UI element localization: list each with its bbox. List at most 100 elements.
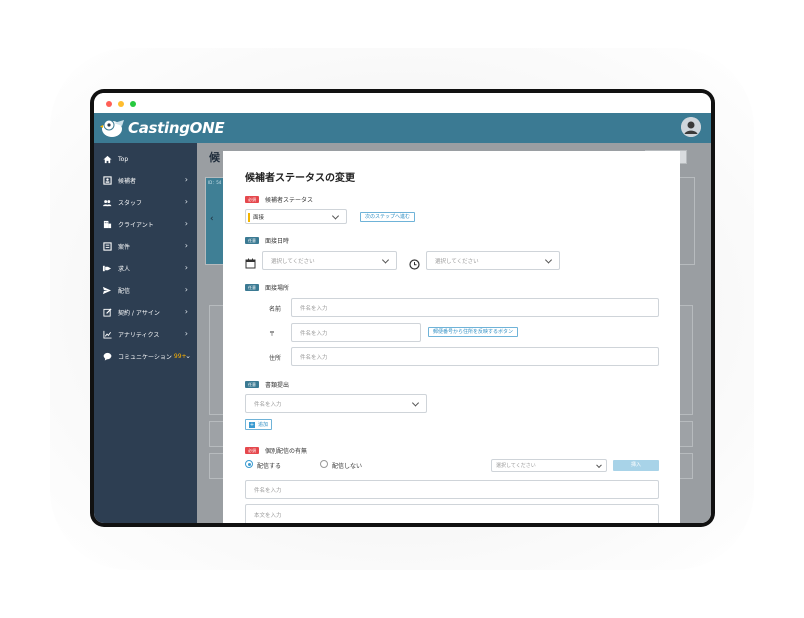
required-tag: 必須 bbox=[245, 196, 259, 203]
template-select[interactable]: 選択してください bbox=[491, 459, 607, 472]
page-title-fragment: 候 bbox=[209, 151, 220, 164]
zip-to-address-button[interactable]: 郵便番号から住所を反映するボタン bbox=[428, 327, 519, 337]
sidebar-item-label: クライアント bbox=[118, 221, 154, 229]
status-indicator bbox=[248, 213, 250, 222]
modal-title: 候補者ステータスの変更 bbox=[245, 173, 355, 184]
document-label: 書類提出 bbox=[265, 382, 290, 389]
chevron-right-icon: › bbox=[184, 219, 188, 228]
app-screen: CastingONE Top 候補者 › スタッフ › クライアント › 案件 … bbox=[94, 93, 711, 523]
place-name-placeholder: 件名を入力 bbox=[300, 305, 328, 312]
document-placeholder: 件名を入力 bbox=[254, 401, 282, 408]
logo-bird-icon bbox=[100, 119, 124, 137]
name-field-label: 名前 bbox=[269, 306, 282, 313]
deliver-no-radio[interactable] bbox=[320, 460, 328, 468]
sidebar-item-label: 配信 bbox=[118, 287, 131, 295]
sidebar: Top 候補者 › スタッフ › クライアント › 案件 › 求人 › 配信 ›… bbox=[94, 143, 197, 523]
app-logo[interactable]: CastingONE bbox=[100, 116, 225, 140]
zip-placeholder: 件名を入力 bbox=[300, 330, 328, 337]
contract-icon bbox=[102, 307, 112, 317]
user-icon bbox=[681, 117, 701, 137]
chevron-down-icon bbox=[411, 398, 420, 407]
status-change-modal: 候補者ステータスの変更 必須 候補者ステータス 面接 次のステップへ進む 任意 … bbox=[223, 151, 680, 523]
sidebar-item-label: スタッフ bbox=[118, 199, 143, 207]
chevron-right-icon: › bbox=[184, 285, 188, 294]
sidebar-item-delivery[interactable]: 配信 › bbox=[94, 280, 197, 300]
zip-input[interactable]: 件名を入力 bbox=[291, 323, 421, 342]
staff-icon bbox=[102, 197, 112, 207]
optional-tag: 任意 bbox=[245, 237, 259, 244]
chevron-right-icon: › bbox=[184, 197, 188, 206]
address-placeholder: 件名を入力 bbox=[300, 354, 328, 361]
user-avatar[interactable] bbox=[681, 117, 701, 137]
chevron-right-icon: › bbox=[184, 329, 188, 338]
device-frame: CastingONE Top 候補者 › スタッフ › クライアント › 案件 … bbox=[90, 89, 715, 527]
delivery-label: 個別配信の有無 bbox=[265, 448, 308, 455]
sidebar-item-label: コミュニケーション bbox=[118, 353, 172, 361]
chevron-right-icon: › bbox=[184, 307, 188, 316]
sidebar-item-projects[interactable]: 案件 › bbox=[94, 236, 197, 256]
optional-tag: 任意 bbox=[245, 284, 259, 291]
chevron-left-icon: ‹ bbox=[210, 214, 214, 224]
sidebar-item-clients[interactable]: クライアント › bbox=[94, 214, 197, 234]
sidebar-item-top[interactable]: Top bbox=[94, 149, 197, 169]
address-input[interactable]: 件名を入力 bbox=[291, 347, 659, 366]
sidebar-item-analytics[interactable]: アナリティクス › bbox=[94, 324, 197, 344]
date-select[interactable]: 選択してください bbox=[262, 251, 397, 270]
sidebar-item-label: 案件 bbox=[118, 243, 131, 251]
required-tag: 必須 bbox=[245, 447, 259, 454]
candidate-icon bbox=[102, 175, 112, 185]
chevron-down-icon bbox=[596, 461, 602, 468]
calendar-icon[interactable] bbox=[245, 254, 256, 273]
next-step-button[interactable]: 次のステップへ進む bbox=[360, 212, 416, 222]
send-icon bbox=[102, 285, 112, 295]
insert-button[interactable]: 挿入 bbox=[613, 460, 659, 471]
document-select[interactable]: 件名を入力 bbox=[245, 394, 427, 413]
status-label: 候補者ステータス bbox=[265, 197, 314, 204]
job-icon bbox=[102, 263, 112, 273]
close-window-button[interactable] bbox=[106, 101, 112, 107]
sidebar-item-jobs[interactable]: 求人 › bbox=[94, 258, 197, 278]
chevron-right-icon: › bbox=[184, 263, 188, 272]
body-textarea[interactable]: 本文を入力 bbox=[245, 504, 659, 523]
client-icon bbox=[102, 219, 112, 229]
chevron-right-icon: › bbox=[184, 175, 188, 184]
window-chrome bbox=[94, 93, 711, 113]
add-document-button[interactable]: + 追加 bbox=[245, 419, 273, 430]
clock-icon[interactable] bbox=[409, 255, 420, 274]
time-select[interactable]: 選択してください bbox=[426, 251, 560, 270]
home-icon bbox=[102, 154, 112, 164]
chevron-down-icon bbox=[331, 211, 340, 220]
analytics-icon bbox=[102, 329, 112, 339]
body-placeholder: 本文を入力 bbox=[254, 513, 282, 519]
chevron-down-icon: ⌄ bbox=[185, 352, 191, 360]
sidebar-item-label: 候補者 bbox=[118, 177, 137, 185]
status-select-value: 面接 bbox=[253, 214, 265, 221]
project-icon bbox=[102, 241, 112, 251]
subject-input[interactable]: 件名を入力 bbox=[245, 480, 659, 499]
app-logo-text: CastingONE bbox=[128, 119, 225, 137]
sidebar-item-candidates[interactable]: 候補者 › bbox=[94, 170, 197, 190]
chevron-right-icon: › bbox=[184, 241, 188, 250]
sidebar-item-communication[interactable]: コミュニケーション 99+ ⌄ bbox=[94, 346, 197, 366]
time-select-placeholder: 選択してください bbox=[435, 258, 479, 265]
place-name-input[interactable]: 件名を入力 bbox=[291, 298, 659, 317]
date-select-placeholder: 選択してください bbox=[271, 258, 315, 265]
sidebar-item-staff[interactable]: スタッフ › bbox=[94, 192, 197, 212]
chat-icon bbox=[102, 351, 112, 361]
sidebar-item-label: 求人 bbox=[118, 265, 131, 273]
optional-tag: 任意 bbox=[245, 381, 259, 388]
sidebar-item-label: アナリティクス bbox=[118, 331, 160, 339]
chevron-down-icon bbox=[544, 255, 553, 264]
plus-icon: + bbox=[249, 421, 255, 428]
subject-placeholder: 件名を入力 bbox=[254, 487, 282, 494]
deliver-yes-radio[interactable] bbox=[245, 460, 253, 468]
sidebar-item-label: Top bbox=[118, 155, 129, 163]
bg-id-text: ID：54 bbox=[208, 180, 222, 185]
sidebar-item-label: 契約 / アサイン bbox=[118, 309, 160, 317]
sidebar-item-contracts[interactable]: 契約 / アサイン › bbox=[94, 302, 197, 322]
status-select[interactable]: 面接 bbox=[245, 209, 347, 224]
template-placeholder: 選択してください bbox=[496, 463, 536, 469]
maximize-window-button[interactable] bbox=[130, 101, 136, 107]
minimize-window-button[interactable] bbox=[118, 101, 124, 107]
datetime-label: 面接日時 bbox=[265, 238, 290, 245]
